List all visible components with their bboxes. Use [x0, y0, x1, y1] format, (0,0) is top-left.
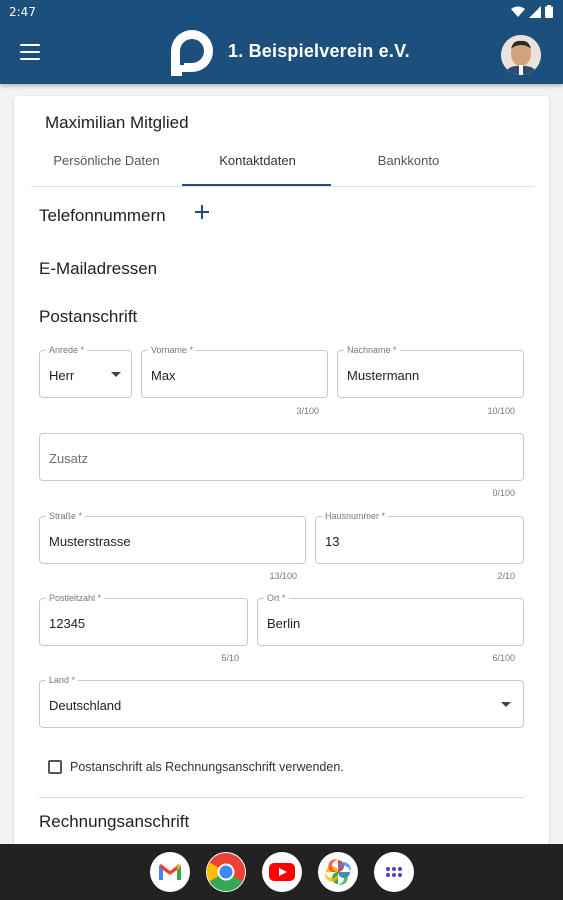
divider: [39, 797, 524, 798]
signal-icon: [529, 5, 541, 18]
gmail-icon[interactable]: [150, 852, 190, 892]
tab-bar: Persönliche Daten Kontaktdaten Bankkonto: [31, 142, 534, 187]
status-icons: [511, 5, 553, 18]
postal-code-label: Postleitzahl *: [46, 593, 105, 604]
tab-kontaktdaten[interactable]: Kontaktdaten: [182, 142, 333, 187]
first-name-counter: 3/100: [296, 406, 319, 416]
house-number-counter: 2/10: [497, 571, 515, 581]
checkbox-box[interactable]: [48, 760, 62, 774]
addition-field[interactable]: Zusatz: [39, 433, 524, 481]
phone-section-heading: Telefonnummern: [39, 206, 166, 225]
city-label: Ort *: [264, 593, 289, 604]
country-label: Land *: [46, 675, 79, 686]
house-number-field[interactable]: Hausnummer * 13: [315, 511, 524, 564]
first-name-value: Max: [151, 368, 176, 383]
country-value: Deutschland: [49, 698, 122, 713]
avatar[interactable]: [501, 35, 541, 75]
app-title: 1. Beispielverein e.V.: [228, 41, 410, 61]
salutation-select[interactable]: Anrede * Herr: [39, 345, 132, 398]
taskbar: [0, 844, 563, 900]
use-as-billing-checkbox[interactable]: Postanschrift als Rechnungsanschrift ver…: [48, 760, 344, 774]
chrome-icon[interactable]: [206, 852, 246, 892]
last-name-counter: 10/100: [487, 406, 515, 416]
email-section-heading: E-Mailadressen: [39, 259, 158, 278]
status-bar: 2:47: [0, 0, 563, 24]
city-counter: 6/100: [492, 653, 515, 663]
street-label: Straße *: [46, 511, 86, 522]
wifi-icon: [511, 6, 525, 17]
postal-code-counter: 5/10: [221, 653, 239, 663]
photos-icon[interactable]: [318, 852, 358, 892]
app-logo: [171, 30, 213, 76]
street-value: Musterstrasse: [49, 534, 131, 549]
salutation-label: Anrede *: [46, 345, 88, 356]
status-time: 2:47: [9, 5, 36, 19]
add-phone-icon[interactable]: [192, 202, 212, 222]
last-name-label: Nachname *: [344, 345, 400, 356]
last-name-field[interactable]: Nachname * Mustermann: [337, 345, 524, 398]
tab-persoenliche-daten[interactable]: Persönliche Daten: [31, 142, 182, 187]
house-number-label: Hausnummer *: [322, 511, 389, 522]
postal-section-heading: Postanschrift: [39, 307, 138, 326]
chevron-down-icon: [501, 702, 511, 707]
city-field[interactable]: Ort * Berlin: [257, 593, 524, 646]
chevron-down-icon: [111, 372, 121, 377]
salutation-value: Herr: [49, 368, 75, 383]
app-bar: 1. Beispielverein e.V.: [0, 24, 563, 84]
last-name-value: Mustermann: [347, 368, 420, 383]
battery-icon: [545, 5, 553, 18]
first-name-label: Vorname *: [148, 345, 197, 356]
addition-placeholder: Zusatz: [49, 451, 89, 466]
menu-icon[interactable]: [20, 44, 40, 62]
postal-code-field[interactable]: Postleitzahl * 12345: [39, 593, 248, 646]
billing-section-heading: Rechnungsanschrift: [39, 812, 190, 831]
tab-bankkonto[interactable]: Bankkonto: [333, 142, 484, 187]
youtube-icon[interactable]: [262, 852, 302, 892]
house-number-value: 13: [325, 534, 340, 549]
street-counter: 13/100: [269, 571, 297, 581]
city-value: Berlin: [267, 616, 301, 631]
apps-icon[interactable]: [374, 852, 414, 892]
member-name: Maximilian Mitglied: [45, 113, 189, 132]
member-card: Maximilian Mitglied Persönliche Daten Ko…: [14, 96, 549, 856]
street-field[interactable]: Straße * Musterstrasse: [39, 511, 306, 564]
use-as-billing-label: Postanschrift als Rechnungsanschrift ver…: [70, 760, 344, 774]
addition-counter: 0/100: [492, 488, 515, 498]
first-name-field[interactable]: Vorname * Max: [141, 345, 328, 398]
country-select[interactable]: Land * Deutschland: [39, 675, 524, 728]
tab-indicator: [182, 184, 331, 186]
postal-code-value: 12345: [49, 616, 86, 631]
